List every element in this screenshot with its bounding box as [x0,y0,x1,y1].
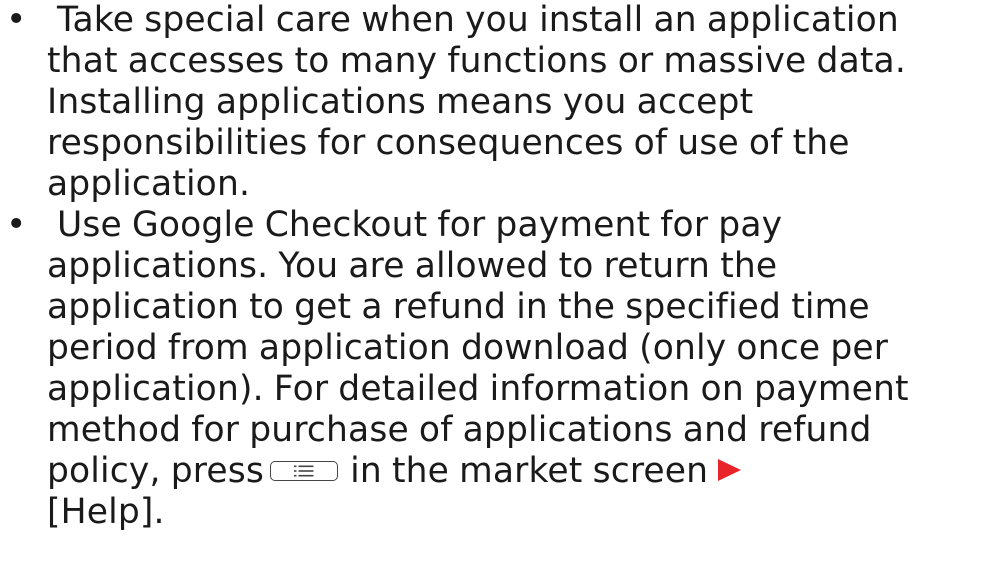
text-line: responsibilities for consequences of use… [47,123,850,163]
policy-line: policy, press in the market screen [47,451,1002,492]
policy-prefix-text: policy, press [47,451,264,491]
text-line: period from application download (only o… [47,328,889,368]
policy-suffix-text: in the market screen [350,451,709,491]
text-line: Use Google Checkout for payment for pay [57,205,783,245]
text-line: Take special care when you install an ap… [57,0,899,40]
text-line: application to get a refund in the speci… [47,287,870,327]
red-right-triangle-icon [718,459,742,481]
list-item: • Use Google Checkout for payment for pa… [0,205,1002,533]
document-page: • Take special care when you install an … [0,0,1002,575]
text-line: application). For detailed information o… [47,369,909,409]
bullet-marker: • [6,0,27,40]
text-line: method for purchase of applications and … [47,410,872,450]
list-item: • Take special care when you install an … [0,0,1002,205]
text-line: applications. You are allowed to return … [47,246,778,286]
text-line: application. [47,164,251,204]
menu-key-icon [269,461,338,481]
bullet-marker: • [6,205,27,245]
text-line: [Help]. [47,492,165,532]
text-line: that accesses to many functions or massi… [47,41,906,81]
bullet-list: • Take special care when you install an … [0,0,1002,533]
text-line: Installing applications means you accept [47,82,754,122]
